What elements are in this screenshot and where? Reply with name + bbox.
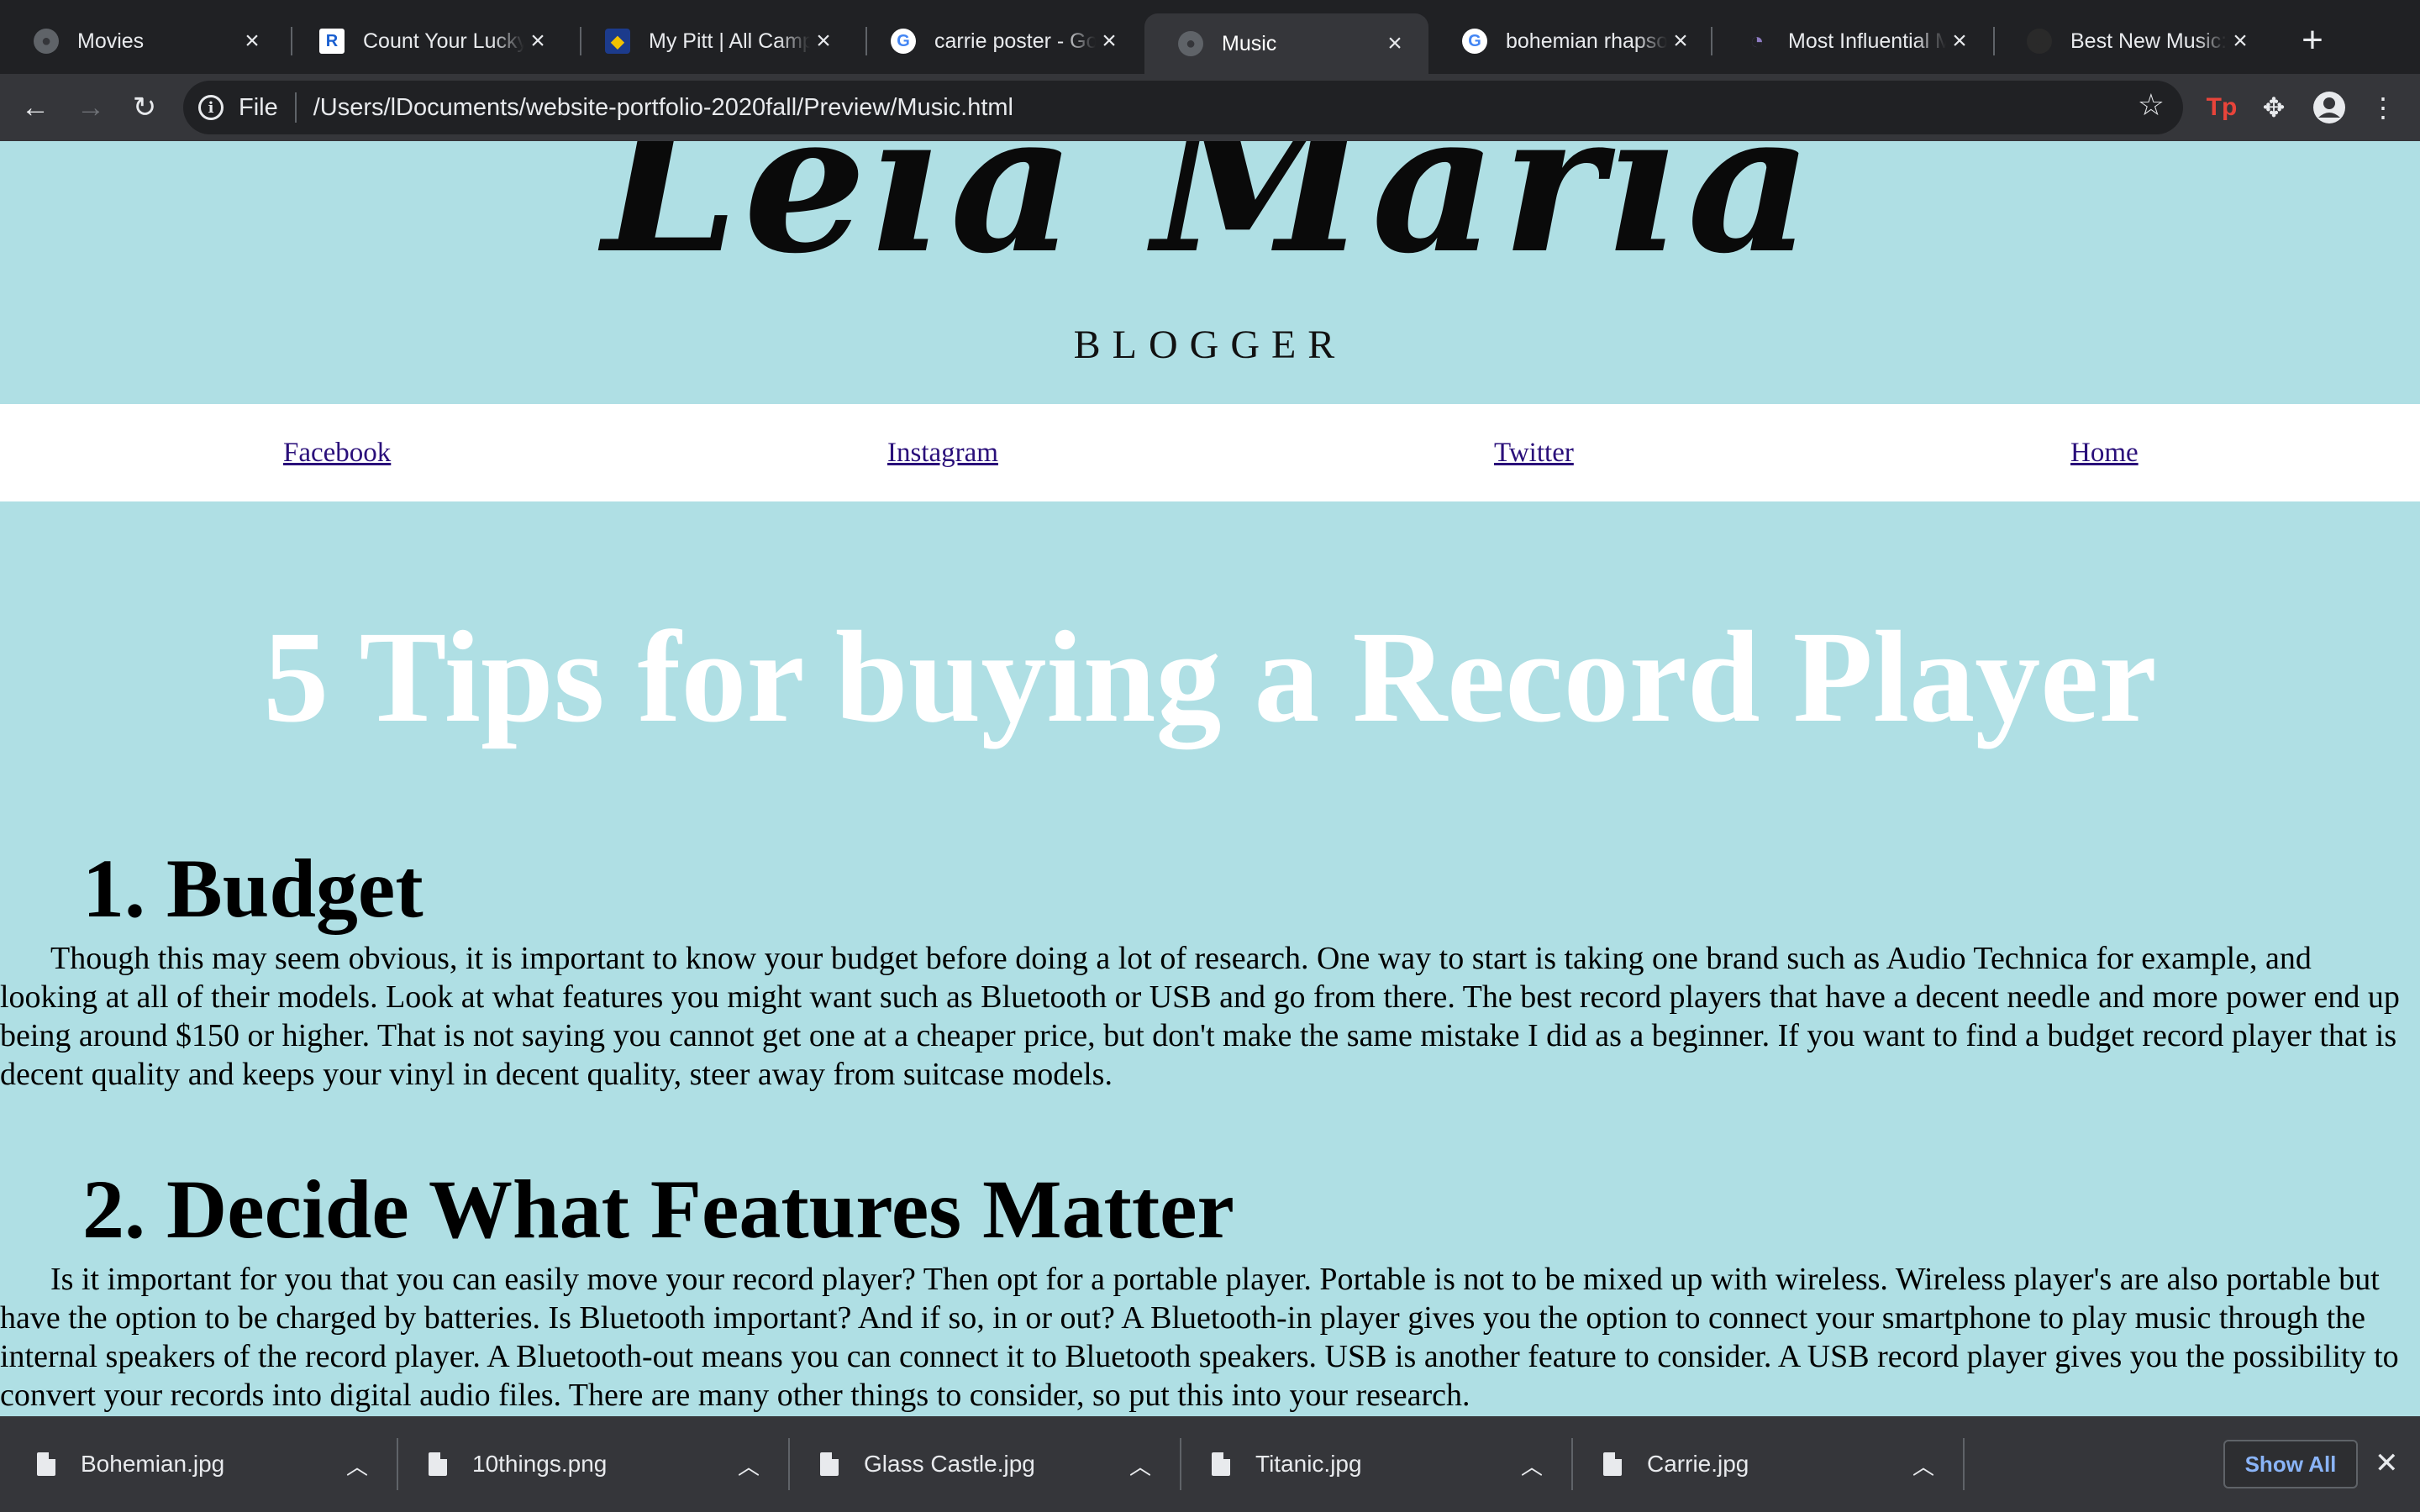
- globe-icon: ●: [34, 29, 59, 54]
- download-item[interactable]: Glass Castle.jpg: [820, 1416, 1035, 1512]
- download-bar: Bohemian.jpg ︿ 10things.png ︿ Glass Cast…: [0, 1416, 2420, 1512]
- chevron-up-icon[interactable]: ︿: [1129, 1450, 1151, 1481]
- forward-arrow-icon[interactable]: →: [69, 86, 113, 129]
- close-icon[interactable]: ×: [2227, 27, 2254, 55]
- site-subtitle: BLOGGER: [1073, 323, 1347, 367]
- site-nav: Facebook Instagram Twitter Home: [0, 404, 2420, 501]
- google-icon: G: [1462, 29, 1487, 54]
- close-icon[interactable]: ×: [1381, 29, 1408, 58]
- tab-title: My Pitt | All Camp: [649, 29, 810, 53]
- close-icon[interactable]: ×: [1096, 27, 1123, 55]
- download-divider: [1571, 1438, 1573, 1490]
- chevron-up-icon[interactable]: ︿: [346, 1450, 368, 1481]
- download-divider: [1180, 1438, 1181, 1490]
- reload-icon[interactable]: ↻: [123, 86, 166, 129]
- tab-movies[interactable]: ● Movies ×: [0, 15, 286, 67]
- download-item[interactable]: Titanic.jpg: [1212, 1416, 1362, 1512]
- new-tab-plus-icon[interactable]: +: [2294, 22, 2331, 59]
- tab-title: Best New Music: T: [2070, 29, 2227, 53]
- pitt-shield-icon: ◆: [605, 29, 630, 54]
- dark-circle-icon: ●: [2027, 29, 2052, 54]
- download-item[interactable]: Bohemian.jpg: [37, 1416, 224, 1512]
- chevron-up-icon[interactable]: ︿: [738, 1450, 760, 1481]
- menu-kebab-icon[interactable]: ⋮: [2361, 86, 2405, 129]
- extension-tp-icon[interactable]: Tp: [2200, 86, 2244, 129]
- omnibox-divider: [294, 92, 297, 123]
- site-logo: Leia Maria: [602, 141, 1818, 297]
- tab-carrie-poster[interactable]: G carrie poster - Go ×: [857, 15, 1143, 67]
- url-text[interactable]: /Users/lDocuments/website-portfolio-2020…: [313, 94, 1013, 122]
- google-icon: G: [891, 29, 916, 54]
- profile-avatar-icon[interactable]: [2307, 86, 2351, 129]
- tab-strip: ● Movies × R Count Your Lucky × ◆ My Pit…: [0, 0, 2420, 74]
- tab-title: carrie poster - Go: [934, 29, 1096, 53]
- close-icon[interactable]: ×: [524, 27, 551, 55]
- tab-title: Music: [1222, 31, 1277, 55]
- download-divider: [397, 1438, 398, 1490]
- file-icon: [820, 1452, 839, 1476]
- r-logo-icon: R: [319, 29, 345, 54]
- globe-icon: ●: [1178, 31, 1203, 56]
- close-icon[interactable]: ×: [239, 27, 266, 55]
- puzzle-extensions-icon[interactable]: ✥: [2252, 86, 2296, 129]
- download-divider: [788, 1438, 790, 1490]
- download-divider: [1963, 1438, 1965, 1490]
- show-all-button[interactable]: Show All: [2223, 1440, 2358, 1488]
- tab-count-your-lucky[interactable]: R Count Your Lucky ×: [286, 15, 571, 67]
- section-body-features: Is it important for you that you can eas…: [0, 1262, 2399, 1413]
- close-icon[interactable]: ×: [810, 27, 837, 55]
- file-icon: [1603, 1452, 1622, 1476]
- back-arrow-icon[interactable]: ←: [13, 86, 57, 129]
- close-icon[interactable]: ✕: [2375, 1446, 2399, 1480]
- file-icon: [1212, 1452, 1230, 1476]
- info-icon[interactable]: i: [198, 95, 224, 120]
- download-filename: Titanic.jpg: [1255, 1451, 1362, 1477]
- section-heading-features: 2. Decide What Features Matter: [82, 1163, 1234, 1256]
- download-item[interactable]: 10things.png: [429, 1416, 607, 1512]
- address-bar[interactable]: i File /Users/lDocuments/website-portfol…: [183, 81, 2183, 134]
- download-item[interactable]: Carrie.jpg: [1603, 1416, 1749, 1512]
- close-icon[interactable]: ×: [1946, 27, 1973, 55]
- tab-music[interactable]: ● Music ×: [1144, 13, 1428, 74]
- nav-link-home[interactable]: Home: [2070, 438, 2139, 469]
- file-icon: [37, 1452, 55, 1476]
- tab-best-new-music[interactable]: ● Best New Music: T ×: [1993, 15, 2274, 67]
- tab-title: Most Influential M: [1788, 29, 1946, 53]
- rss-icon: ◔: [1749, 28, 1765, 54]
- download-filename: Carrie.jpg: [1647, 1451, 1749, 1477]
- file-icon: [429, 1452, 447, 1476]
- download-filename: Bohemian.jpg: [81, 1451, 225, 1477]
- section-heading-budget: 1. Budget: [82, 842, 424, 935]
- bookmark-star-icon[interactable]: ☆: [2138, 87, 2165, 123]
- scheme-label: File: [239, 93, 278, 121]
- section-body-budget: Though this may seem obvious, it is impo…: [0, 941, 2400, 1092]
- chevron-up-icon[interactable]: ︿: [1521, 1450, 1543, 1481]
- page-viewport: Leia Maria BLOGGER Facebook Instagram Tw…: [0, 141, 2420, 1416]
- tab-most-influential[interactable]: ◔ Most Influential M ×: [1711, 15, 1993, 67]
- article-title: 5 Tips for buying a Record Player: [263, 604, 2157, 749]
- chevron-up-icon[interactable]: ︿: [1912, 1450, 1934, 1481]
- tab-title: bohemian rhapsoc: [1506, 29, 1667, 53]
- tab-bohemian-rhapsody[interactable]: G bohemian rhapsoc ×: [1428, 15, 1714, 67]
- browser-toolbar: ← → ↻ i File /Users/lDocuments/website-p…: [0, 74, 2420, 141]
- download-filename: Glass Castle.jpg: [864, 1451, 1035, 1477]
- tab-my-pitt[interactable]: ◆ My Pitt | All Camp ×: [571, 15, 857, 67]
- nav-link-twitter[interactable]: Twitter: [1494, 438, 1574, 469]
- tab-title: Movies: [77, 29, 145, 53]
- nav-link-facebook[interactable]: Facebook: [283, 438, 391, 469]
- download-filename: 10things.png: [472, 1451, 608, 1477]
- close-icon[interactable]: ×: [1667, 27, 1694, 55]
- nav-link-instagram[interactable]: Instagram: [887, 438, 998, 469]
- tab-title: Count Your Lucky: [363, 29, 524, 53]
